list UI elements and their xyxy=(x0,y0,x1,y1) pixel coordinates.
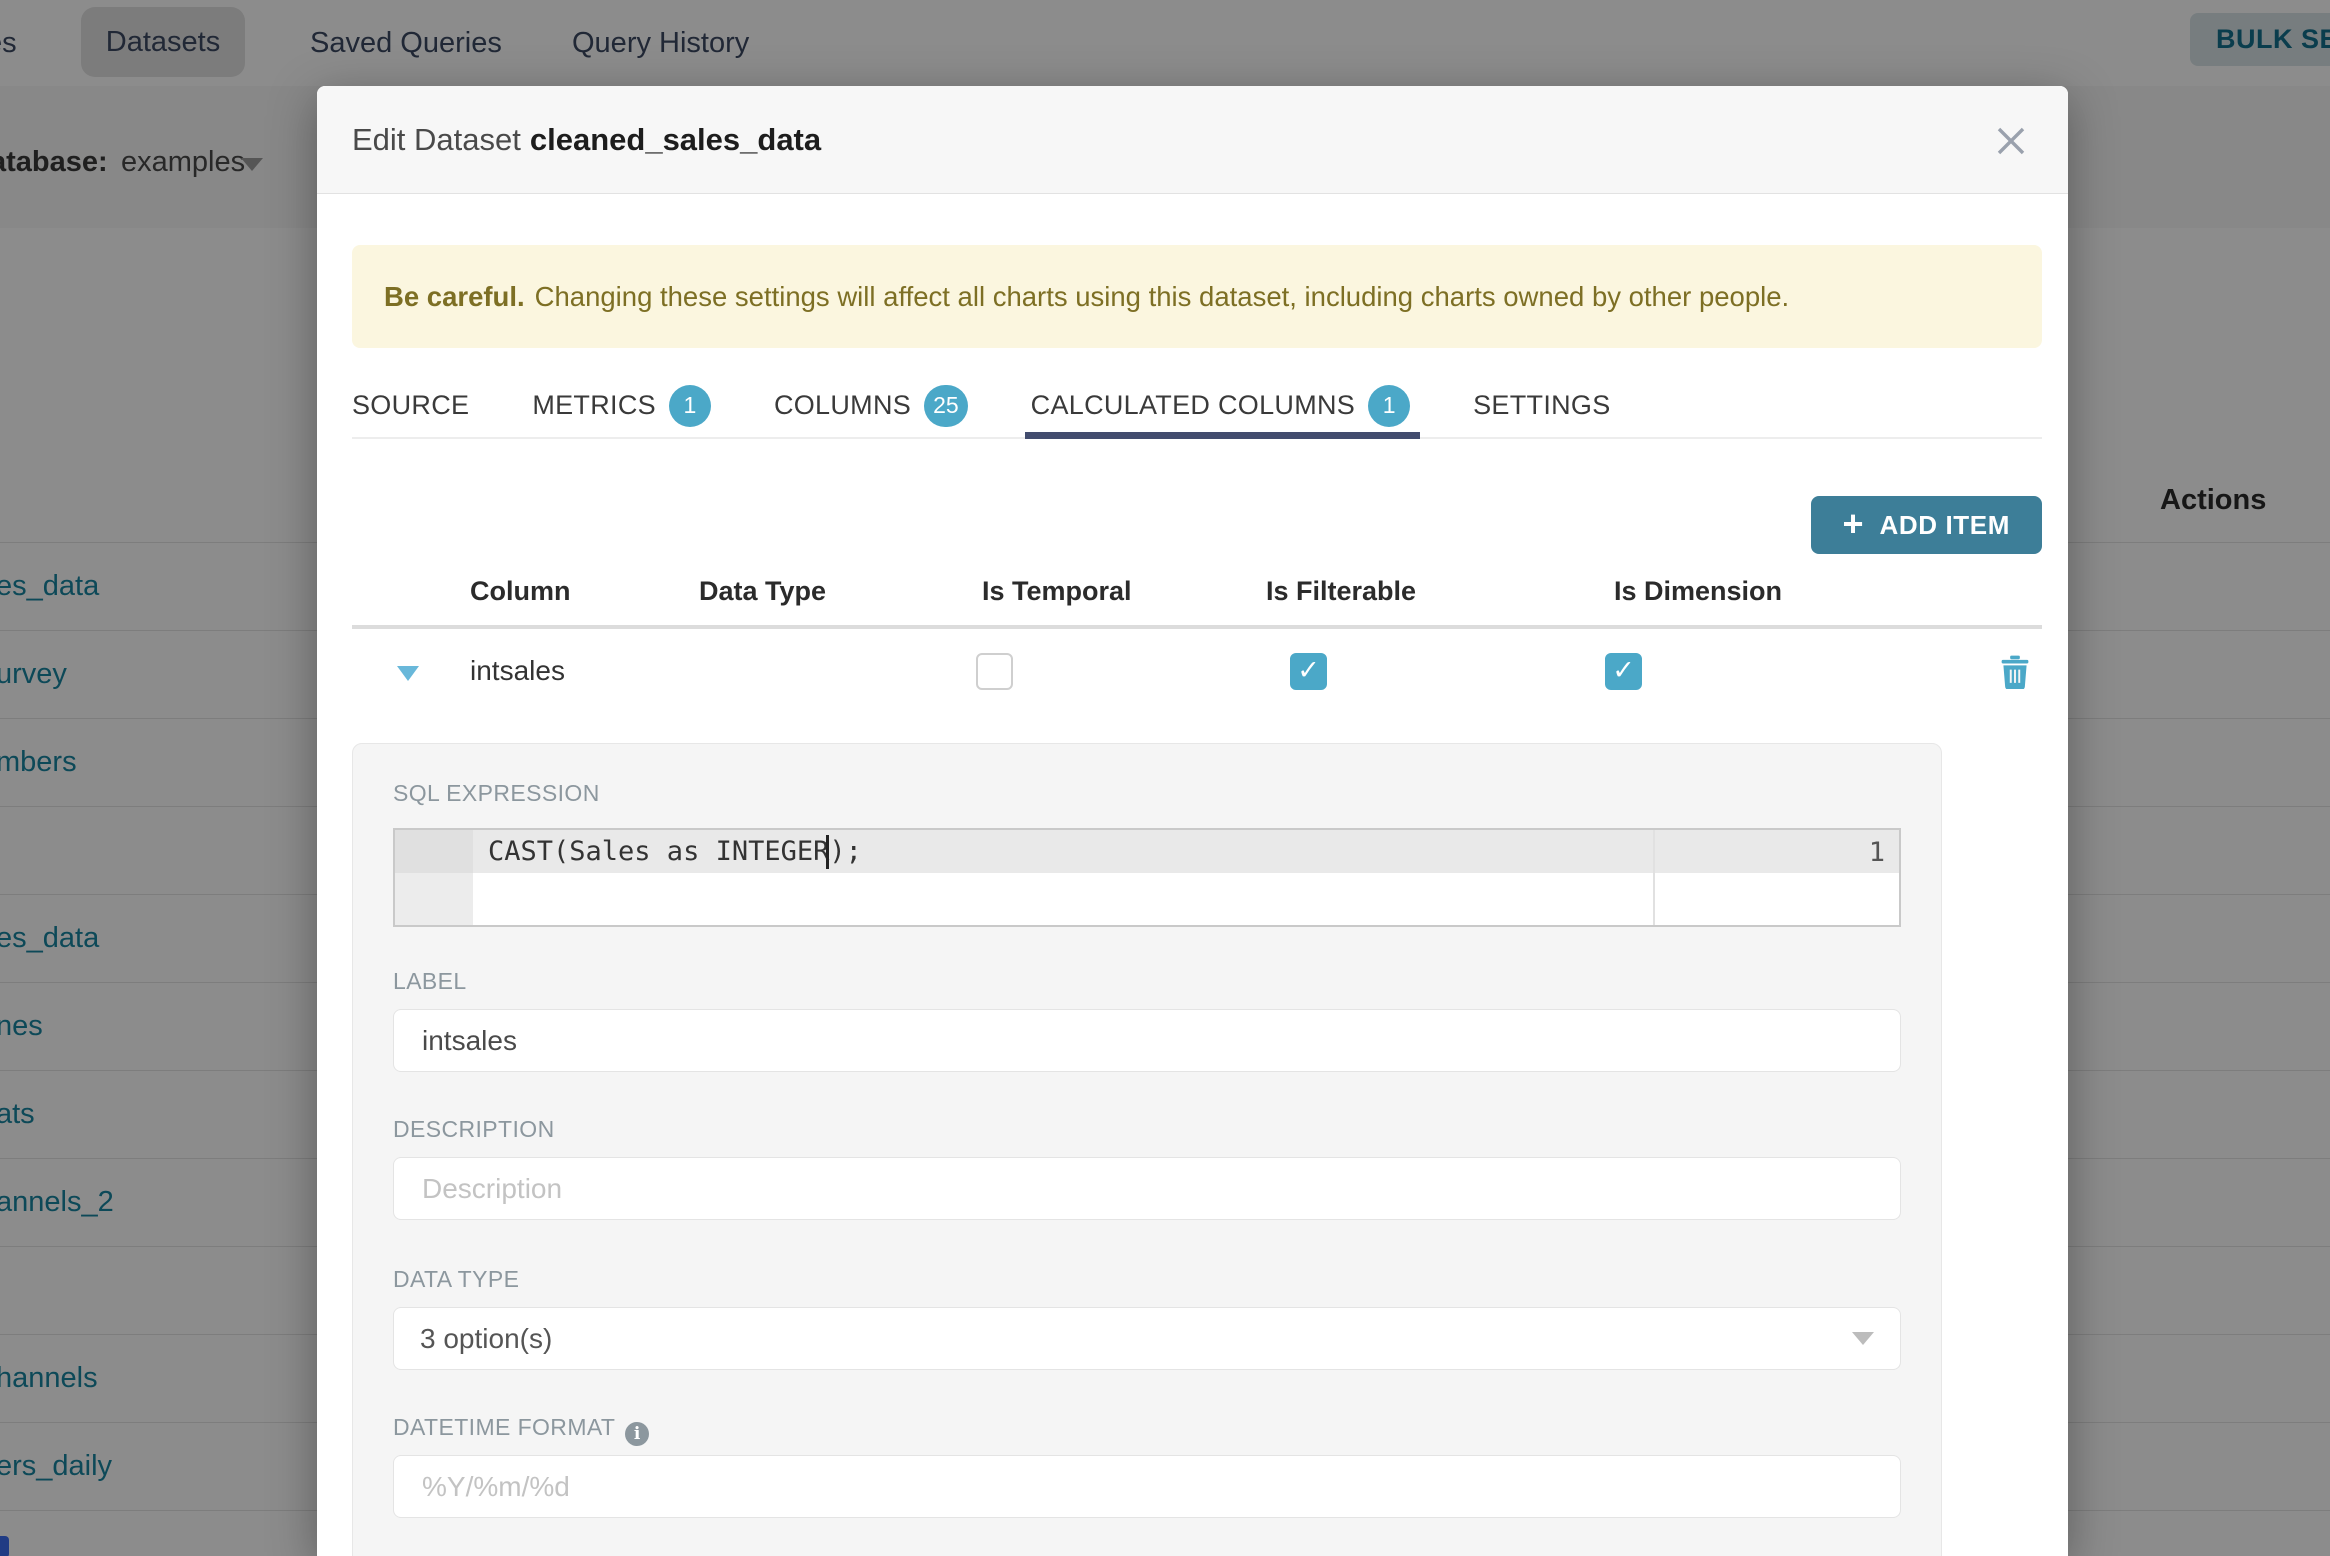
is-dimension-checkbox[interactable]: ✓ xyxy=(1605,653,1642,690)
datetime-format-input[interactable] xyxy=(393,1455,1901,1518)
label-field-label: LABEL xyxy=(393,968,467,994)
calculated-columns-toolbar: + ADD ITEM xyxy=(352,496,2042,554)
metrics-count-badge: 1 xyxy=(668,384,711,427)
modal-title: Edit Dataset cleaned_sales_data xyxy=(352,122,821,158)
edit-dataset-modal: Edit Dataset cleaned_sales_data Be carefu… xyxy=(317,86,2068,1556)
modal-title-dataset-name: cleaned_sales_data xyxy=(529,121,822,157)
close-icon[interactable] xyxy=(1992,122,2030,160)
calculated-column-detail-panel: SQL EXPRESSION 1 CAST(Sales as INTEGER);… xyxy=(352,743,1942,1556)
description-field-group: DESCRIPTION xyxy=(393,1116,1901,1220)
tab-metrics[interactable]: METRICS 1 xyxy=(532,374,711,437)
sql-expression-editor[interactable]: 1 CAST(Sales as INTEGER); xyxy=(393,828,1901,927)
data-type-field-group: DATA TYPE 3 option(s) xyxy=(393,1266,1901,1370)
editor-line-number: 1 xyxy=(1868,837,1885,868)
label-field-group: LABEL xyxy=(393,968,1901,1072)
info-icon[interactable]: i xyxy=(625,1422,650,1446)
header-column: Column xyxy=(470,576,571,606)
modal-title-prefix: Edit Dataset xyxy=(352,121,521,157)
warning-text: Changing these settings will affect all … xyxy=(534,280,1790,312)
tab-columns[interactable]: COLUMNS 25 xyxy=(774,374,968,437)
collapse-caret-icon[interactable] xyxy=(397,666,419,681)
editor-print-margin xyxy=(1653,830,1655,925)
description-input[interactable] xyxy=(393,1157,1901,1220)
header-is-temporal: Is Temporal xyxy=(982,576,1132,606)
data-type-field-label: DATA TYPE xyxy=(393,1266,520,1292)
modal-tabs: SOURCE METRICS 1 COLUMNS 25 CALCULATED C… xyxy=(352,374,2042,439)
calculated-columns-header-row: Column Data Type Is Temporal Is Filterab… xyxy=(352,554,2042,629)
delete-column-icon[interactable] xyxy=(2000,655,2030,690)
calculated-column-row: intsales ✓ ✓ ✓ xyxy=(352,629,2042,715)
tab-calculated-columns[interactable]: CALCULATED COLUMNS 1 xyxy=(1024,374,1421,439)
tab-source[interactable]: SOURCE xyxy=(352,374,469,437)
modal-header: Edit Dataset cleaned_sales_data xyxy=(317,86,2068,194)
header-is-filterable: Is Filterable xyxy=(1266,576,1417,606)
add-item-button[interactable]: + ADD ITEM xyxy=(1810,496,2042,554)
sql-expression-label: SQL EXPRESSION xyxy=(393,780,600,806)
header-is-dimension: Is Dimension xyxy=(1614,576,1783,606)
calculated-columns-count-badge: 1 xyxy=(1368,384,1411,427)
chevron-down-icon xyxy=(1852,1332,1874,1345)
datetime-format-field-label: DATETIME FORMAT i xyxy=(393,1414,1901,1446)
modal-body: Be careful. Changing these settings will … xyxy=(317,245,2068,1556)
sql-expression-code[interactable]: CAST(Sales as INTEGER); xyxy=(488,836,862,867)
datetime-format-field-group: DATETIME FORMAT i xyxy=(393,1414,1901,1518)
warning-bold: Be careful. xyxy=(384,280,525,312)
tab-settings[interactable]: SETTINGS xyxy=(1473,374,1610,437)
warning-banner: Be careful. Changing these settings will … xyxy=(352,245,2042,348)
is-filterable-checkbox[interactable]: ✓ xyxy=(1290,653,1327,690)
column-name: intsales xyxy=(470,655,565,686)
is-temporal-checkbox[interactable]: ✓ xyxy=(976,653,1013,690)
data-type-selected-value: 3 option(s) xyxy=(420,1322,553,1354)
description-field-label: DESCRIPTION xyxy=(393,1116,555,1142)
editor-text-cursor xyxy=(826,835,829,869)
header-data-type: Data Type xyxy=(699,576,827,606)
plus-icon: + xyxy=(1842,502,1864,544)
label-input[interactable] xyxy=(393,1009,1901,1072)
editor-gutter-active-line xyxy=(395,830,473,873)
columns-count-badge: 25 xyxy=(924,384,968,427)
datasets-page: es Datasets Saved Queries Query History … xyxy=(0,0,2330,1556)
data-type-select[interactable]: 3 option(s) xyxy=(393,1307,1901,1370)
